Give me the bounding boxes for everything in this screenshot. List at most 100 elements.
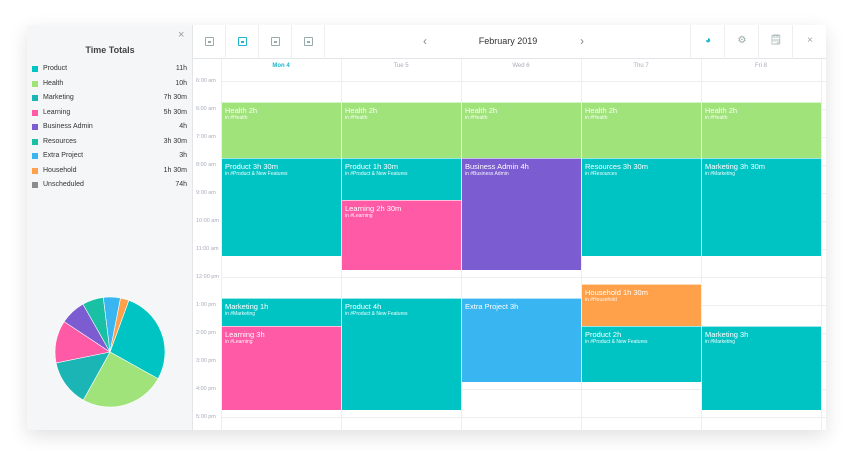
legend-item[interactable]: Learning 5h 30m [32,107,187,119]
legend-value: 4h [179,123,187,130]
app-window: × Time Totals Product 11h Health 10h Marketi… [27,25,826,430]
time-totals-button[interactable]: ◕ [690,25,724,59]
legend-value: 10h [175,79,187,87]
gear-icon: ⚙ [737,35,747,46]
calendar-event[interactable]: Health 2h in #Health [342,102,461,158]
event-category: in #Marketing [225,311,256,317]
legend-item[interactable]: Household 1h 30m [32,165,187,177]
hour-label: 12:00 pm [196,274,219,280]
event-title: Health 2h [225,106,258,115]
calendar-event[interactable]: Learning 2h 30m in #Learning [342,200,461,270]
legend-item[interactable]: Health 10h [32,78,187,90]
hour-label: 4:00 pm [196,386,216,392]
event-category: in #Business Admin [465,171,509,177]
calendar-event[interactable]: Product 1h 30m in #Product & New Features [342,158,461,200]
hour-gridline [221,277,826,278]
calendar-event[interactable]: Extra Project 3h [462,298,581,382]
legend-value: 11h [175,65,187,72]
legend-swatch [32,109,38,116]
year-view-button[interactable] [292,25,325,59]
event-category: in #Product & New Features [585,339,648,345]
day-column-divider [821,59,822,430]
week-view-button[interactable] [226,25,259,59]
settings-button[interactable]: ⚙ [724,25,758,59]
day-label[interactable]: Mon 4 [221,63,341,69]
legend-item[interactable]: Marketing 7h 30m [32,92,187,104]
legend-label: Extra Project [43,152,84,159]
legend-value: 74h [175,181,187,188]
legend-label: Health [43,79,64,87]
event-title: Health 2h [585,106,618,115]
day-view-icon [205,37,214,46]
hour-label: 5:00 pm [196,414,216,420]
calendar-event[interactable]: Learning 3h in #Learning [222,326,341,410]
event-category: in #Resources [585,171,617,177]
hour-label: 10:00 am [196,218,219,224]
event-title: Product 2h [585,330,622,339]
event-title: Product 1h 30m [345,162,398,171]
calendar-event[interactable]: Marketing 3h in #Marketing [702,326,821,410]
calendar-event[interactable]: Health 2h in #Health [702,102,821,158]
day-view-button[interactable] [193,25,226,59]
event-category: in #Product & New Features [225,171,288,177]
legend-item[interactable]: Extra Project 3h [32,150,187,162]
legend-swatch [32,95,38,101]
legend-item[interactable]: Resources 3h 30m [32,136,187,148]
event-title: Household 1h 30m [585,288,648,297]
event-title: Marketing 3h [705,330,749,339]
legend-swatch [32,167,38,174]
event-title: Health 2h [345,106,378,115]
event-title: Health 2h [705,106,738,115]
calendar-event[interactable]: Health 2h in #Health [462,102,581,158]
hour-gridline [221,417,826,418]
calendar-event[interactable]: Product 3h 30m in #Product & New Features [222,158,341,256]
calendar-event[interactable]: Business Admin 4h in #Business Admin [462,158,581,270]
legend-swatch [32,66,38,72]
event-category: in #Marketing [705,171,736,177]
legend-swatch [32,153,38,159]
event-title: Extra Project 3h [465,302,519,311]
hour-label: 1:00 pm [196,302,216,308]
prev-month-button[interactable]: ‹ [423,34,427,48]
event-title: Marketing 1h [225,302,269,311]
calendar-event[interactable]: Resources 3h 30m in #Resources [582,158,701,256]
next-month-button[interactable]: › [580,34,584,48]
legend-value: 5h 30m [163,108,187,116]
event-category: in #Learning [345,213,373,219]
calendar-event[interactable]: Health 2h in #Health [582,102,701,158]
hour-label: 11:00 am [196,246,219,252]
legend-value: 3h 30m [163,137,187,145]
event-title: Marketing 3h 30m [705,162,766,171]
legend-label: Business Admin [43,123,93,130]
legend-label: Product [43,65,68,72]
event-title: Business Admin 4h [465,162,529,171]
month-view-icon [271,37,280,46]
week-view-icon [238,37,247,46]
hour-label: 6:00 am [196,78,216,84]
calendar-event[interactable]: Product 4h in #Product & New Features [342,298,461,410]
legend-item[interactable]: Unscheduled 74h [32,179,187,191]
calendar-event[interactable]: Household 1h 30m in #Household [582,284,701,326]
event-title: Learning 2h 30m [345,204,402,213]
export-button[interactable]: 🗒 [758,25,792,59]
day-label[interactable]: Tue 5 [341,63,461,69]
legend-value: 1h 30m [163,166,187,174]
sidebar-close-icon[interactable]: × [178,29,184,41]
toolbar: ‹ February 2019 › ◕ ⚙ 🗒 × [193,25,826,59]
legend-item[interactable]: Product 11h [32,63,187,75]
hour-label: 8:00 am [196,162,216,168]
calendar-event[interactable]: Health 2h in #Health [222,102,341,158]
day-label[interactable]: Fri 8 [701,63,821,69]
calendar-event[interactable]: Marketing 3h 30m in #Marketing [702,158,821,256]
hour-gridline [221,81,826,82]
legend-value: 7h 30m [163,94,187,101]
month-view-button[interactable] [259,25,292,59]
day-label[interactable]: Thu 7 [581,63,701,69]
legend-item[interactable]: Business Admin 4h [32,121,187,133]
event-title: Product 4h [345,302,382,311]
calendar-event[interactable]: Marketing 1h in #Marketing [222,298,341,326]
close-button[interactable]: × [792,25,826,59]
calendar-event[interactable]: Product 2h in #Product & New Features [582,326,701,382]
day-label[interactable]: Wed 6 [461,63,581,69]
event-category: in #Health [345,115,368,121]
